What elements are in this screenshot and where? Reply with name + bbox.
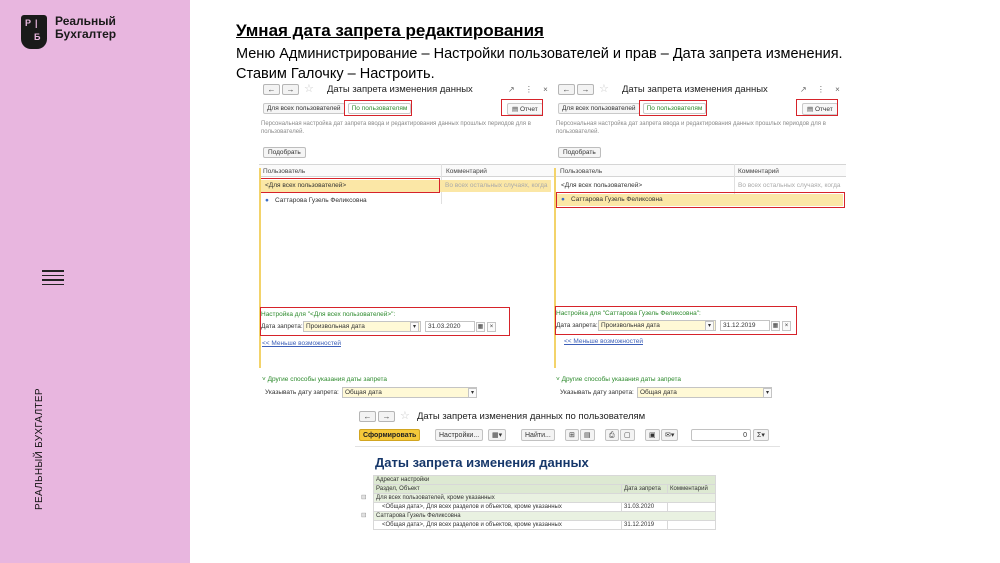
chevron-down-icon[interactable]: ▾ <box>468 388 477 398</box>
logo-text: Реальный Бухгалтер <box>55 15 116 41</box>
dates-window-right: ← → ☆ Даты запрета изменения данных ↗ ⋮ … <box>554 82 846 404</box>
report-window: ← → ☆ Даты запрета изменения данных по п… <box>355 408 780 538</box>
highlight-report <box>796 99 838 116</box>
item-date: 31.03.2020 <box>621 502 668 512</box>
row-user: Саттарова Гузель Феликсовна <box>275 197 367 204</box>
table-row[interactable]: <Общая дата>, Для всех разделов и объект… <box>373 520 716 530</box>
table-row[interactable]: Саттарова Гузель Феликсовна <box>373 511 716 521</box>
highlight-tab <box>344 100 412 116</box>
sidebar: Р | Б Реальный Бухгалтер РЕАЛЬНЫЙ БУХГАЛ… <box>0 0 190 563</box>
report-window-title: Даты запрета изменения данных по пользов… <box>417 411 646 422</box>
report-title: Даты запрета изменения данных <box>375 455 589 470</box>
col-user: Пользователь <box>263 168 306 175</box>
col-comment: Комментарий <box>446 168 487 175</box>
report-table: Адресат настройки Раздел, Объект Дата за… <box>373 475 716 530</box>
other-ways-label: Другие способы указания даты запрета <box>561 376 682 383</box>
print-icon[interactable]: ⎙ <box>605 429 619 441</box>
forward-arrow-icon[interactable]: → <box>282 84 299 95</box>
specify-select[interactable]: Общая дата <box>342 387 477 398</box>
specify-select[interactable]: Общая дата <box>637 387 772 398</box>
specify-label: Указывать дату запрета: <box>560 389 634 396</box>
collapse-icon[interactable]: ⊟ <box>361 511 366 519</box>
vertical-brand-text: РЕАЛЬНЫЙ БУХГАЛТЕР <box>34 388 45 510</box>
grid-header: Пользователь Комментарий <box>259 164 554 177</box>
less-options-link[interactable]: << Меньше возможностей <box>564 338 643 345</box>
instruction-line2: Ставим Галочку – Настроить. <box>236 66 435 82</box>
find-button[interactable]: Найти... <box>521 429 555 441</box>
highlight-setting <box>260 307 510 336</box>
instruction-line1: Меню Администрирование – Настройки польз… <box>236 46 843 62</box>
col-comment: Комментарий <box>738 168 779 175</box>
table-row[interactable]: ● Саттарова Гузель Феликсовна <box>261 195 551 207</box>
highlight-setting <box>555 306 797 335</box>
header-addressee: Адресат настройки <box>373 475 716 485</box>
table-row[interactable]: <Для всех пользователей> Во всех остальн… <box>556 180 844 192</box>
item-name: <Общая дата>, Для всех разделов и объект… <box>373 502 622 512</box>
other-ways-label: Другие способы указания даты запрета <box>267 376 388 383</box>
back-arrow-icon[interactable]: ← <box>359 411 376 422</box>
chevron-down-icon[interactable]: ▾ <box>763 388 772 398</box>
group-name: Саттарова Гузель Феликсовна <box>373 511 716 521</box>
pick-button[interactable]: Подобрать <box>558 147 601 158</box>
user-icon: ● <box>265 197 269 204</box>
window-title: Даты запрета изменения данных <box>622 84 768 95</box>
sum-icon[interactable]: Σ▾ <box>753 429 769 441</box>
header-section: Раздел, Объект <box>373 484 622 494</box>
tab-all-users[interactable]: Для всех пользователей <box>263 103 345 114</box>
item-date: 31.12.2019 <box>621 520 668 530</box>
menu-icon[interactable] <box>42 270 64 288</box>
collapse-icon[interactable]: ⊟ <box>361 493 366 501</box>
row-comment: Во всех остальных случаях, когда <box>738 182 841 189</box>
layout-icon[interactable]: ▤ <box>580 429 595 441</box>
row-comment: Во всех остальных случаях, когда <box>445 182 548 189</box>
favorite-star-icon[interactable]: ☆ <box>304 82 314 95</box>
highlight-tab <box>639 100 707 116</box>
generate-button[interactable]: Сформировать <box>359 429 421 441</box>
group-name: Для всех пользователей, кроме указанных <box>373 493 716 503</box>
description-text: Персональная настройка дат запрета ввода… <box>556 121 826 135</box>
row-user: <Для всех пользователей> <box>561 182 643 189</box>
other-ways-link[interactable]: ˅ Другие способы указания даты запрета <box>262 376 387 383</box>
header-date: Дата запрета <box>621 484 668 494</box>
tab-all-users[interactable]: Для всех пользователей <box>558 103 640 114</box>
window-controls[interactable]: ↗ ⋮ × <box>508 85 552 94</box>
less-options-link[interactable]: << Меньше возможностей <box>262 340 341 347</box>
highlight-row <box>260 178 440 193</box>
logo-letter: Р <box>25 18 32 28</box>
instructions: Меню Администрирование – Настройки польз… <box>236 44 843 84</box>
highlight-row <box>556 192 845 208</box>
settings-button[interactable]: Настройки... <box>435 429 484 441</box>
table-row[interactable]: <Общая дата>, Для всех разделов и объект… <box>373 502 716 512</box>
specify-label: Указывать дату запрета: <box>265 389 339 396</box>
save-icon[interactable]: ▣ <box>645 429 660 441</box>
back-arrow-icon[interactable]: ← <box>558 84 575 95</box>
forward-arrow-icon[interactable]: → <box>577 84 594 95</box>
sum-field[interactable]: 0 <box>691 429 751 441</box>
tree-icon[interactable]: ⊞ <box>565 429 579 441</box>
col-user: Пользователь <box>560 168 603 175</box>
back-arrow-icon[interactable]: ← <box>263 84 280 95</box>
window-controls[interactable]: ↗ ⋮ × <box>800 85 844 94</box>
send-icon[interactable]: ✉▾ <box>661 429 679 441</box>
logo-line2: Бухгалтер <box>55 27 117 41</box>
logo-mark-icon: Р | Б <box>21 15 47 49</box>
pick-button[interactable]: Подобрать <box>263 147 306 158</box>
item-name: <Общая дата>, Для всех разделов и объект… <box>373 520 622 530</box>
description-text: Персональная настройка дат запрета ввода… <box>261 121 531 135</box>
preview-icon[interactable]: ▢ <box>620 429 635 441</box>
grid-header: Пользователь Комментарий <box>554 164 846 177</box>
header-comment: Комментарий <box>667 484 716 494</box>
page-title: Умная дата запрета редактирования <box>236 21 544 40</box>
favorite-star-icon[interactable]: ☆ <box>400 409 410 422</box>
logo: Р | Б Реальный Бухгалтер <box>21 15 116 49</box>
window-title: Даты запрета изменения данных <box>327 84 473 95</box>
logo-letter: Б <box>34 32 41 42</box>
dates-window-left: ← → ☆ Даты запрета изменения данных ↗ ⋮ … <box>259 82 554 404</box>
other-ways-link[interactable]: ˅ Другие способы указания даты запрета <box>556 376 681 383</box>
table-row[interactable]: Для всех пользователей, кроме указанных <box>373 493 716 503</box>
variants-icon[interactable]: ▦▾ <box>488 429 507 441</box>
forward-arrow-icon[interactable]: → <box>378 411 395 422</box>
highlight-report <box>501 99 543 116</box>
favorite-star-icon[interactable]: ☆ <box>599 82 609 95</box>
